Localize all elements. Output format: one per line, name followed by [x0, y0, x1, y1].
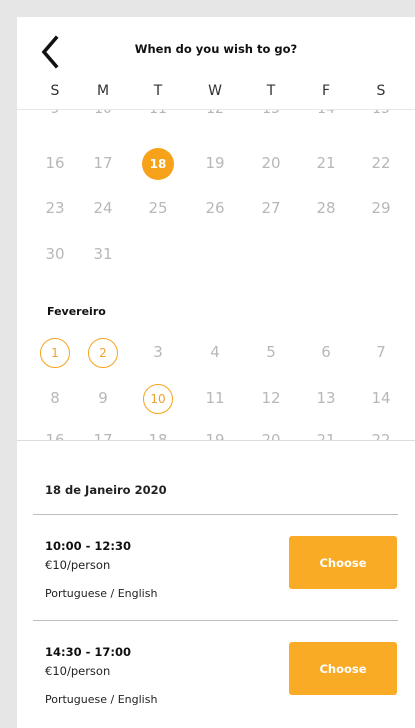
calendar-day[interactable]: 6	[303, 336, 349, 368]
slot-divider	[33, 620, 398, 621]
chevron-left-icon	[41, 35, 59, 69]
section-divider	[17, 440, 415, 441]
calendar-day-partial[interactable]: 14	[303, 110, 349, 117]
slot-time: 10:00 - 12:30	[45, 539, 131, 553]
weekday-label: T	[266, 83, 276, 99]
calendar-day[interactable]: 28	[303, 192, 349, 224]
calendar-day[interactable]: 16	[32, 424, 78, 440]
weekday-label: W	[208, 83, 222, 99]
calendar-day[interactable]: 24	[80, 192, 126, 224]
day-number: 2	[88, 337, 118, 368]
calendar-day-partial[interactable]: 12	[192, 110, 238, 117]
weekday-label: M	[96, 83, 110, 99]
calendar-day-available[interactable]: 10	[135, 382, 181, 414]
calendar-day[interactable]: 11	[192, 382, 238, 414]
selected-date-heading: 18 de Janeiro 2020	[45, 483, 167, 497]
weekday-label: S	[376, 83, 386, 99]
calendar-day[interactable]: 22	[358, 147, 404, 179]
day-number: 1	[40, 337, 70, 368]
calendar-day[interactable]: 17	[80, 147, 126, 179]
calendar-day[interactable]: 14	[358, 382, 404, 414]
day-number: 10	[143, 383, 173, 414]
slot-languages: Portuguese / English	[45, 693, 158, 706]
calendar-day[interactable]: 18	[135, 424, 181, 440]
calendar-day[interactable]: 19	[192, 424, 238, 440]
calendar-day[interactable]: 13	[303, 382, 349, 414]
calendar-day-partial[interactable]: 13	[248, 110, 294, 117]
calendar-day-partial[interactable]: 10	[80, 110, 126, 117]
calendar-day-available[interactable]: 1	[32, 336, 78, 368]
calendar-day[interactable]: 29	[358, 192, 404, 224]
choose-button[interactable]: Choose	[289, 642, 397, 695]
calendar-day-partial[interactable]: 9	[32, 110, 78, 117]
calendar-day[interactable]: 26	[192, 192, 238, 224]
calendar-day-selected[interactable]: 18	[135, 147, 181, 180]
calendar-day[interactable]: 19	[192, 147, 238, 179]
back-button[interactable]	[37, 34, 65, 70]
calendar-day[interactable]: 31	[80, 238, 126, 270]
weekday-label: S	[50, 83, 60, 99]
calendar-day[interactable]: 8	[32, 382, 78, 414]
calendar-day[interactable]: 5	[248, 336, 294, 368]
calendar-day-partial[interactable]: 15	[358, 110, 404, 117]
calendar-day[interactable]: 3	[135, 336, 181, 368]
calendar-day[interactable]: 20	[248, 147, 294, 179]
calendar-scroll[interactable]: Fevereiro 910111213141516171819202122232…	[17, 110, 415, 440]
calendar-day[interactable]: 21	[303, 424, 349, 440]
calendar-day-available[interactable]: 2	[80, 336, 126, 368]
calendar-day[interactable]: 16	[32, 147, 78, 179]
calendar-day[interactable]: 9	[80, 382, 126, 414]
calendar-day[interactable]: 17	[80, 424, 126, 440]
calendar-day[interactable]: 12	[248, 382, 294, 414]
calendar-day[interactable]: 30	[32, 238, 78, 270]
slot-time: 14:30 - 17:00	[45, 645, 131, 659]
choose-button[interactable]: Choose	[289, 536, 397, 589]
header: When do you wish to go?	[17, 17, 415, 87]
slot-price: €10/person	[45, 664, 111, 678]
time-slot: 14:30 - 17:00 €10/person Portuguese / En…	[17, 642, 415, 728]
weekday-header-row: SMTWTFS	[17, 83, 415, 105]
calendar-day[interactable]: 22	[358, 424, 404, 440]
calendar-day[interactable]: 7	[358, 336, 404, 368]
calendar-day[interactable]: 20	[248, 424, 294, 440]
calendar-day[interactable]: 4	[192, 336, 238, 368]
calendar-day[interactable]: 23	[32, 192, 78, 224]
slot-languages: Portuguese / English	[45, 587, 158, 600]
calendar-day[interactable]: 27	[248, 192, 294, 224]
calendar-day[interactable]: 21	[303, 147, 349, 179]
booking-screen: When do you wish to go? S M T W T F S Fevereir…	[17, 17, 415, 728]
calendar-day-partial[interactable]: 11	[135, 110, 181, 117]
calendar-day[interactable]: 25	[135, 192, 181, 224]
weekday-label: T	[153, 83, 163, 99]
slot-divider	[33, 514, 398, 515]
slot-price: €10/person	[45, 558, 111, 572]
day-number: 18	[142, 147, 174, 180]
page-title: When do you wish to go?	[134, 42, 298, 56]
month-label-february: Fevereiro	[47, 305, 106, 318]
weekday-label: F	[321, 83, 331, 99]
time-slot: 10:00 - 12:30 €10/person Portuguese / En…	[17, 536, 415, 629]
